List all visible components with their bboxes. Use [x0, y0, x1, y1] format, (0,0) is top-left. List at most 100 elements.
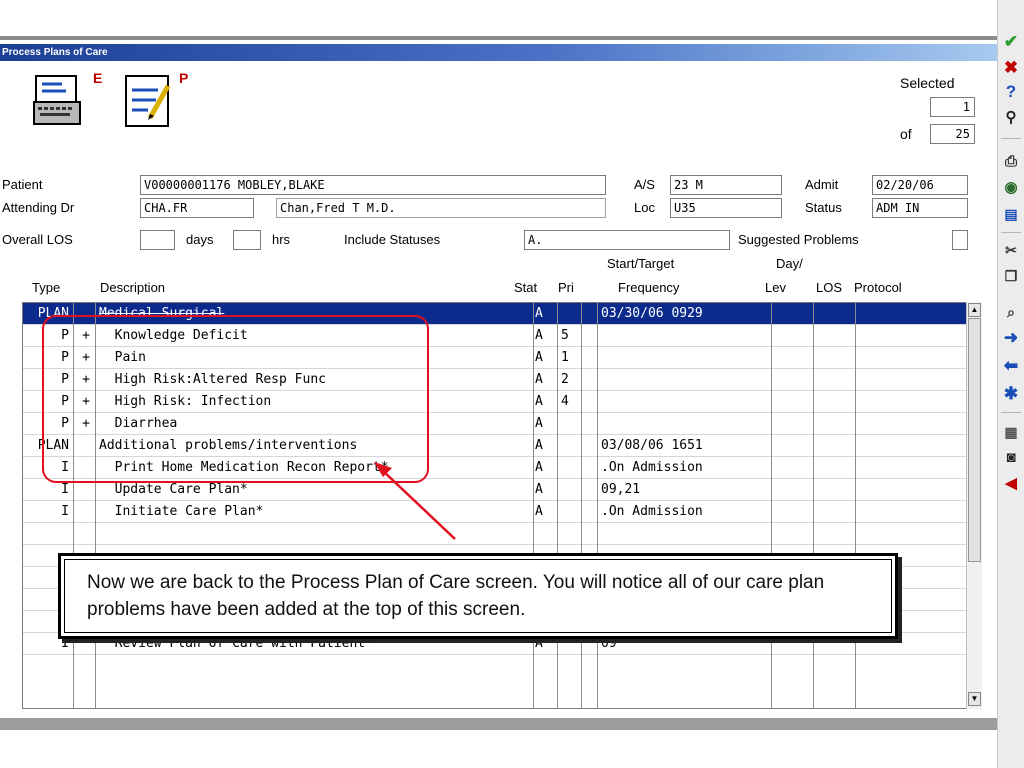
window-title: Process Plans of Care [0, 44, 997, 61]
status-label: Status [805, 200, 842, 215]
cell-frequency: 03/08/06 1651 [601, 438, 703, 453]
cell-priority [561, 435, 581, 457]
scrollbar-thumb[interactable] [968, 318, 981, 562]
camera-icon[interactable]: ◙ [1000, 448, 1022, 468]
scissors-icon[interactable]: ✂ [1000, 240, 1022, 260]
table-row[interactable]: P + High Risk: Infection A 4 [23, 391, 967, 413]
cell-description: Initiate Care Plan* [99, 504, 264, 519]
help-question-icon[interactable]: ? [1000, 82, 1022, 102]
location-field[interactable]: U35 [670, 198, 782, 218]
cell-priority: 2 [561, 372, 569, 387]
selected-label: Selected [900, 75, 955, 91]
header-frequency: Frequency [618, 280, 680, 295]
table-row[interactable]: I Update Care Plan* A 09,21 [23, 479, 967, 501]
cell-description: Pain [99, 350, 146, 365]
cell-frequency [601, 369, 769, 391]
toolbar-separator [1001, 412, 1021, 413]
cell-stat: A [535, 504, 543, 519]
cell-stat: A [535, 328, 543, 343]
table-row[interactable]: P + Diarrhea A [23, 413, 967, 435]
cell-frequency: .On Admission [601, 504, 703, 519]
process-entry-button[interactable] [122, 72, 182, 128]
cell-expand [79, 435, 93, 457]
cell-stat: A [535, 416, 543, 431]
cell-stat: A [535, 350, 543, 365]
cell-description: Diarrhea [99, 416, 178, 431]
admit-date-field[interactable]: 02/20/06 [872, 175, 968, 195]
cell-type: I [61, 482, 69, 497]
header-stat: Stat [514, 280, 538, 295]
table-row[interactable]: PLAN Medical Surgical A 03/30/06 0929 [23, 303, 967, 325]
cell-frequency: 03/30/06 0929 [601, 306, 703, 321]
cell-frequency [601, 523, 769, 545]
cell-description: Additional problems/interventions [99, 438, 358, 453]
checkmark-icon[interactable]: ✔ [1000, 32, 1022, 52]
cell-type [25, 523, 69, 545]
binoculars-icon[interactable]: ⚲ [1000, 108, 1022, 128]
column-divider [533, 303, 534, 708]
suggested-problems-label: Suggested Problems [738, 232, 859, 247]
cell-type: P [61, 350, 69, 365]
header-pri: Pri [558, 280, 574, 295]
cell-frequency [601, 391, 769, 413]
patient-field[interactable]: V00000001176 MOBLEY,BLAKE [140, 175, 606, 195]
grid-vertical-scrollbar[interactable]: ▲ ▼ [966, 302, 982, 709]
header-protocol: Protocol [854, 280, 902, 295]
edit-entry-button[interactable] [32, 72, 92, 128]
cell-priority [561, 479, 581, 501]
include-statuses-label: Include Statuses [344, 232, 441, 247]
cell-priority: 1 [561, 350, 569, 365]
scroll-down-arrow-icon[interactable]: ▼ [968, 692, 981, 706]
globe-icon[interactable]: ◉ [1000, 178, 1022, 198]
cell-frequency [601, 325, 769, 347]
header-lev: Lev [765, 280, 786, 295]
age-sex-field[interactable]: 23 M [670, 175, 782, 195]
overall-los-label: Overall LOS [2, 232, 73, 247]
screen-top-margin [0, 0, 997, 36]
search-doc-icon[interactable]: ⌕ [1000, 302, 1022, 322]
printer-icon[interactable]: ⎙ [1000, 152, 1022, 172]
attending-code-field[interactable]: CHA.FR [140, 198, 254, 218]
table-row[interactable]: P + Knowledge Deficit A 5 [23, 325, 967, 347]
cell-frequency [601, 347, 769, 369]
suggested-problems-checkbox[interactable] [952, 230, 968, 250]
table-row[interactable] [23, 523, 967, 545]
admit-label: Admit [805, 177, 839, 192]
column-divider [95, 303, 96, 708]
header-type: Type [32, 280, 61, 295]
arrow-right-icon[interactable]: ➜ [1000, 328, 1022, 348]
column-divider [557, 303, 558, 708]
arrow-left-icon[interactable]: ⬅ [1000, 356, 1022, 376]
cell-stat: A [535, 482, 543, 497]
cell-stat: A [535, 394, 543, 409]
scroll-up-arrow-icon[interactable]: ▲ [968, 303, 981, 317]
callout-text: Now we are back to the Process Plan of C… [87, 572, 825, 620]
table-row[interactable]: I Print Home Medication Recon Report* A .O… [23, 457, 967, 479]
cell-description [99, 523, 529, 545]
document-pencil-icon [125, 75, 171, 127]
table-row[interactable]: P + High Risk:Altered Resp Func A 2 [23, 369, 967, 391]
calculator-icon[interactable]: ▦ [1000, 422, 1022, 442]
overall-los-hrs-field[interactable] [233, 230, 261, 250]
cell-priority [561, 457, 581, 479]
table-row[interactable]: I Initiate Care Plan* A .On Admission [23, 501, 967, 523]
status-field[interactable]: ADM IN [872, 198, 968, 218]
megaphone-icon[interactable]: ◀ [1000, 474, 1022, 494]
table-row[interactable]: PLAN Additional problems/interventions A 03… [23, 435, 967, 457]
copy-icon[interactable]: ❐ [1000, 266, 1022, 286]
include-statuses-field[interactable]: A. [524, 230, 730, 250]
cell-expand [79, 501, 93, 523]
cell-expand [79, 479, 93, 501]
overall-los-days-field[interactable] [140, 230, 175, 250]
close-x-icon[interactable]: ✖ [1000, 58, 1022, 78]
header-day: Day/ [776, 256, 803, 271]
cell-stat: A [535, 372, 543, 387]
form-add-icon[interactable]: ▤ [1000, 204, 1022, 224]
header-los: LOS [816, 280, 843, 295]
asterisk-icon[interactable]: ✱ [1000, 384, 1022, 404]
window-bottom-bar [0, 718, 997, 730]
table-row[interactable]: P + Pain A 1 [23, 347, 967, 369]
cell-description: Knowledge Deficit [99, 328, 248, 343]
plans-grid[interactable]: PLAN Medical Surgical A 03/30/06 0929 P + Kno… [22, 302, 982, 709]
tutorial-callout: Now we are back to the Process Plan of C… [58, 553, 898, 639]
